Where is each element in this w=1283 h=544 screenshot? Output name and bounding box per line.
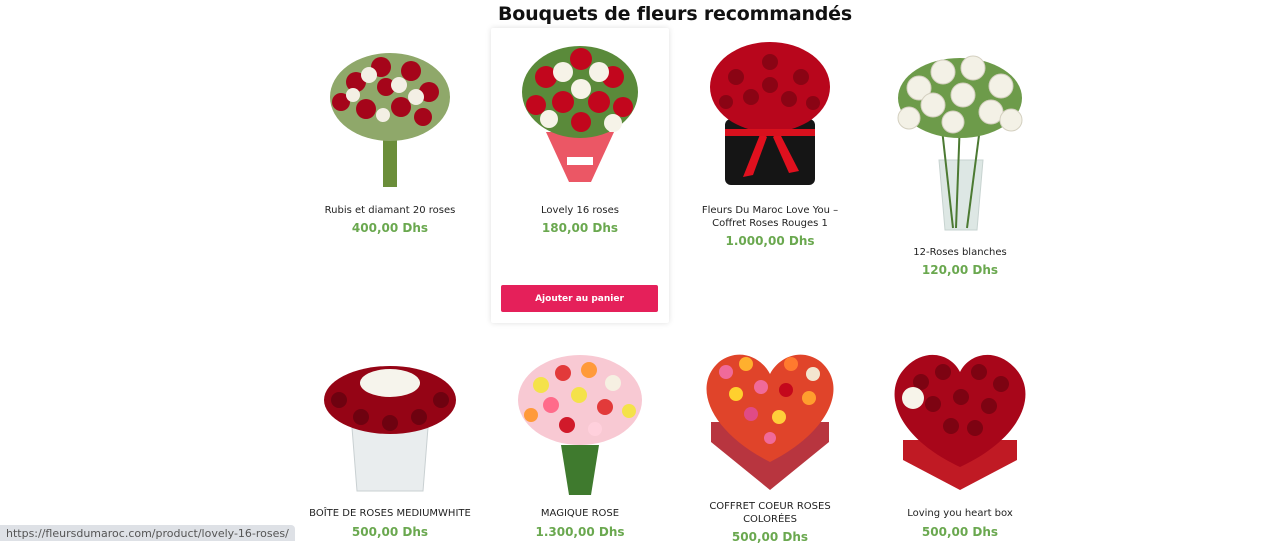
product-image-coffret-coeur-colorees[interactable] xyxy=(691,342,849,497)
product-image-loving-you-heart-box[interactable] xyxy=(881,342,1039,497)
product-image-boite-roses-mediumwhite[interactable] xyxy=(311,345,469,500)
product-image-lovely-16-roses[interactable] xyxy=(501,37,659,192)
section-title: Bouquets de fleurs recommandés xyxy=(498,3,852,25)
product-card[interactable]: Lovely 16 roses 180,00 Dhs Ajouter au pa… xyxy=(491,28,669,323)
add-to-cart-button[interactable]: Ajouter au panier xyxy=(501,285,658,312)
product-price: 180,00 Dhs xyxy=(541,221,619,235)
product-card[interactable]: MAGIQUE ROSE 1.300,00 Dhs xyxy=(491,340,669,541)
product-name[interactable]: MAGIQUE ROSE xyxy=(495,507,665,520)
product-card[interactable]: Rubis et diamant 20 roses 400,00 Dhs xyxy=(301,28,479,235)
product-card[interactable]: Fleurs Du Maroc Love You – Coffret Roses… xyxy=(681,28,859,253)
product-price: 400,00 Dhs xyxy=(351,221,429,235)
product-name[interactable]: 12-Roses blanches xyxy=(875,246,1045,259)
product-price: 500,00 Dhs xyxy=(351,525,429,539)
product-name[interactable]: Lovely 16 roses xyxy=(495,204,665,217)
product-name[interactable]: BOÎTE DE ROSES MEDIUMWHITE xyxy=(305,507,475,520)
product-image-magique-rose[interactable] xyxy=(501,345,659,500)
product-image-rubis-diamant[interactable] xyxy=(311,37,469,192)
product-image-love-you-coffret[interactable] xyxy=(691,37,849,192)
product-image-12-roses-blanches[interactable] xyxy=(881,50,1039,235)
product-price: 1.300,00 Dhs xyxy=(535,525,625,539)
product-card[interactable]: BOÎTE DE ROSES MEDIUMWHITE 500,00 Dhs xyxy=(301,340,479,541)
product-card[interactable]: Loving you heart box 500,00 Dhs xyxy=(871,340,1049,541)
product-name[interactable]: Loving you heart box xyxy=(875,507,1045,520)
product-name[interactable]: Fleurs Du Maroc Love You – Coffret Roses… xyxy=(685,204,855,230)
product-card[interactable]: COFFRET COEUR ROSES COLORÉES 500,00 Dhs xyxy=(681,340,859,544)
product-name[interactable]: COFFRET COEUR ROSES COLORÉES xyxy=(685,500,855,526)
product-price: 500,00 Dhs xyxy=(731,530,809,544)
status-bar-link-preview: https://fleursdumaroc.com/product/lovely… xyxy=(0,525,295,541)
product-card[interactable]: 12-Roses blanches 120,00 Dhs xyxy=(871,28,1049,283)
product-price: 500,00 Dhs xyxy=(921,525,999,539)
product-name[interactable]: Rubis et diamant 20 roses xyxy=(305,204,475,217)
product-price: 120,00 Dhs xyxy=(921,263,999,277)
product-price: 1.000,00 Dhs xyxy=(725,234,815,248)
